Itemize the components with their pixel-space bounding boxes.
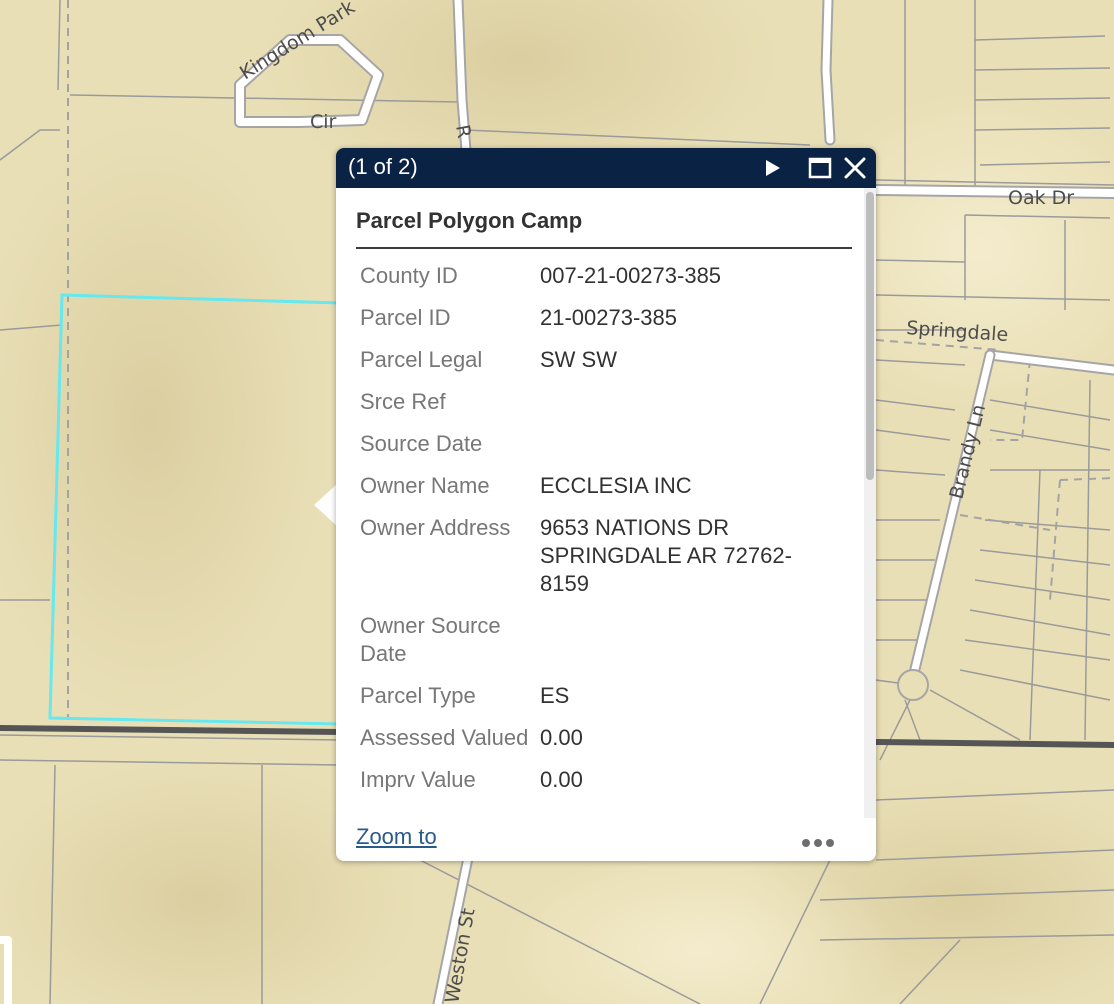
attribute-row: Parcel Type ES — [360, 682, 840, 724]
attribute-row: Source Date — [360, 430, 840, 472]
zoom-to-link[interactable]: Zoom to — [356, 824, 437, 850]
attribute-value: SW SW — [540, 347, 617, 372]
play-next-icon[interactable] — [760, 155, 786, 181]
attribute-value — [540, 612, 840, 682]
attribute-label: Owner Address — [360, 515, 511, 540]
attribute-row: Assessed Valued 0.00 — [360, 724, 840, 766]
attribute-label: Parcel Legal — [360, 347, 483, 372]
maximize-icon[interactable] — [807, 155, 833, 181]
title-divider — [356, 247, 852, 249]
attribute-row: Owner Source Date — [360, 612, 840, 682]
attribute-value: ECCLESIA INC — [540, 473, 692, 498]
attribute-row: Parcel ID 21-00273-385 — [360, 304, 840, 346]
attribute-row: Owner Name ECCLESIA INC — [360, 472, 840, 514]
popup-content[interactable]: Parcel Polygon Camp County ID 007-21-002… — [356, 188, 864, 818]
attribute-value: 21-00273-385 — [540, 305, 678, 330]
attribute-row: Imprv Value 0.00 — [360, 766, 840, 808]
attribute-table: County ID 007-21-00273-385 Parcel ID 21-… — [360, 262, 840, 808]
attribute-row: County ID 007-21-00273-385 — [360, 262, 840, 304]
popup-pointer — [314, 484, 337, 526]
attribute-row: Parcel Legal SW SW — [360, 346, 840, 388]
attribute-label: Parcel Type — [360, 683, 476, 708]
attribute-value: ES — [540, 683, 570, 708]
popup-header: (1 of 2) — [336, 148, 876, 188]
attribute-label: County ID — [360, 263, 458, 288]
attribute-label: Owner Source Date — [360, 613, 501, 666]
popup-scrollbar-thumb[interactable] — [866, 192, 874, 480]
more-options-icon[interactable] — [802, 834, 838, 852]
feature-popup: (1 of 2) Parcel Polygon Camp County ID 0… — [336, 148, 876, 861]
close-icon[interactable] — [842, 155, 868, 181]
attribute-label: Imprv Value — [360, 767, 476, 792]
attribute-label: Srce Ref — [360, 389, 446, 414]
attribute-row: Srce Ref — [360, 388, 840, 430]
attribute-value: 0.00 — [540, 767, 583, 792]
popup-feature-count: (1 of 2) — [348, 154, 418, 179]
street-label-oak-dr: Oak Dr — [1008, 187, 1074, 209]
popup-title: Parcel Polygon Camp — [356, 208, 583, 233]
attribute-value: 0.00 — [540, 725, 583, 750]
attribute-label: Parcel ID — [360, 305, 451, 330]
attribute-value — [540, 430, 840, 472]
attribute-label: Owner Name — [360, 473, 490, 498]
attribute-value: 007-21-00273-385 — [540, 263, 722, 288]
attribute-value: 9653 NATIONS DR SPRINGDALE AR 72762-8159 — [540, 515, 792, 596]
street-label-cir: Cir — [310, 111, 337, 133]
attribute-label: Source Date — [360, 431, 483, 456]
attribute-row: Owner Address 9653 NATIONS DR SPRINGDALE… — [360, 514, 840, 612]
attribute-label: Assessed Valued — [360, 725, 529, 750]
attribute-value — [540, 388, 840, 430]
